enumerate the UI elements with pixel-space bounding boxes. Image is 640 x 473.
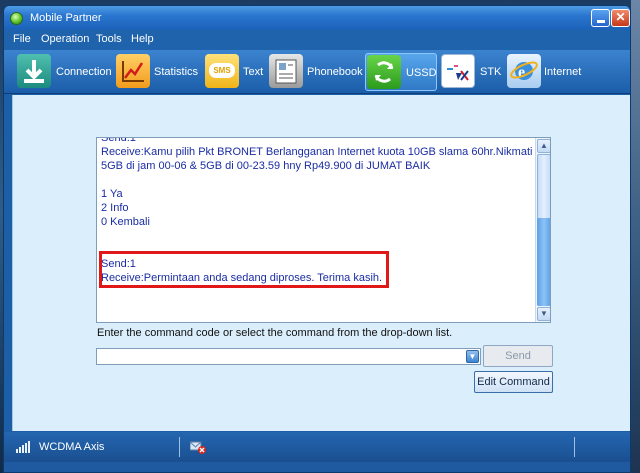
- highlight-box: [99, 251, 389, 288]
- dropdown-arrow-icon[interactable]: ▼: [466, 350, 479, 363]
- menu-operation[interactable]: Operation: [41, 33, 89, 45]
- app-logo-icon: [10, 12, 23, 25]
- status-divider: [574, 437, 575, 457]
- menu-file[interactable]: File: [13, 33, 31, 45]
- tool-text-label: Text: [243, 66, 264, 78]
- ussd-line: 1 Ya: [101, 188, 123, 200]
- toolbar: Connection Statistics SMS Text Phonebook: [4, 50, 630, 94]
- tool-connection-label: Connection: [56, 66, 112, 78]
- scroll-thumb[interactable]: [537, 218, 550, 306]
- tool-stk-label: STK: [480, 66, 502, 78]
- tool-phonebook-label: Phonebook: [307, 66, 363, 78]
- tool-internet[interactable]: e Internet: [507, 54, 587, 90]
- internet-icon: e: [507, 54, 541, 88]
- ussd-line: [101, 173, 536, 187]
- ussd-line: [101, 229, 536, 243]
- desktop-background: [631, 0, 640, 473]
- ussd-line: 0 Kembali: [101, 216, 150, 228]
- window-title: Mobile Partner: [30, 12, 102, 24]
- ussd-scrollbar[interactable]: ▲ ▼: [535, 138, 550, 322]
- sms-icon-text: SMS: [209, 63, 235, 78]
- menu-help[interactable]: Help: [131, 33, 154, 45]
- sms-icon: SMS: [205, 54, 239, 88]
- title-bar[interactable]: Mobile Partner ✕: [4, 6, 630, 30]
- menu-bar: File Operation Tools Help: [4, 30, 630, 50]
- tool-ussd-label: USSD: [406, 67, 437, 79]
- tool-ussd[interactable]: USSD: [365, 53, 437, 91]
- status-divider: [179, 437, 180, 457]
- send-button[interactable]: Send: [483, 345, 553, 367]
- minimize-button[interactable]: [591, 9, 610, 27]
- edit-command-button[interactable]: Edit Command: [474, 371, 553, 393]
- stk-icon: [441, 54, 475, 88]
- phonebook-icon: [269, 54, 303, 88]
- connection-icon: [17, 54, 51, 88]
- ussd-icon: [367, 55, 401, 89]
- minimize-icon: [596, 20, 605, 23]
- tool-statistics[interactable]: Statistics: [116, 54, 202, 90]
- tool-phonebook[interactable]: Phonebook: [269, 54, 365, 90]
- scroll-up-button[interactable]: ▲: [537, 139, 550, 153]
- ussd-line: Receive:Kamu pilih Pkt BRONET Berlanggan…: [101, 146, 533, 172]
- mobile-partner-window: Mobile Partner ✕ File Operation Tools He…: [3, 5, 631, 473]
- tool-text[interactable]: SMS Text: [205, 54, 267, 90]
- network-status: WCDMA Axis: [39, 441, 105, 453]
- menu-tools[interactable]: Tools: [96, 33, 122, 45]
- tool-statistics-label: Statistics: [154, 66, 199, 78]
- scroll-down-button[interactable]: ▼: [537, 307, 550, 321]
- tool-internet-label: Internet: [544, 66, 582, 78]
- command-hint: Enter the command code or select the com…: [97, 327, 453, 339]
- status-bar: WCDMA Axis: [4, 432, 630, 462]
- tool-connection[interactable]: Connection: [17, 54, 113, 90]
- ussd-line: 2 Info: [101, 202, 129, 214]
- message-error-icon: [189, 440, 206, 454]
- ussd-log[interactable]: Send:1 Receive:Kamu pilih Pkt BRONET Ber…: [96, 137, 551, 323]
- tool-stk[interactable]: STK: [441, 54, 503, 90]
- ussd-panel: Send:1 Receive:Kamu pilih Pkt BRONET Ber…: [12, 95, 630, 431]
- signal-strength-icon: [16, 441, 32, 453]
- statistics-icon: [116, 54, 150, 88]
- command-combobox[interactable]: ▼: [96, 348, 481, 365]
- close-button[interactable]: ✕: [611, 9, 630, 27]
- window-bottom-edge: [4, 462, 630, 472]
- command-input[interactable]: [99, 350, 459, 363]
- ussd-line: Send:1: [101, 137, 136, 144]
